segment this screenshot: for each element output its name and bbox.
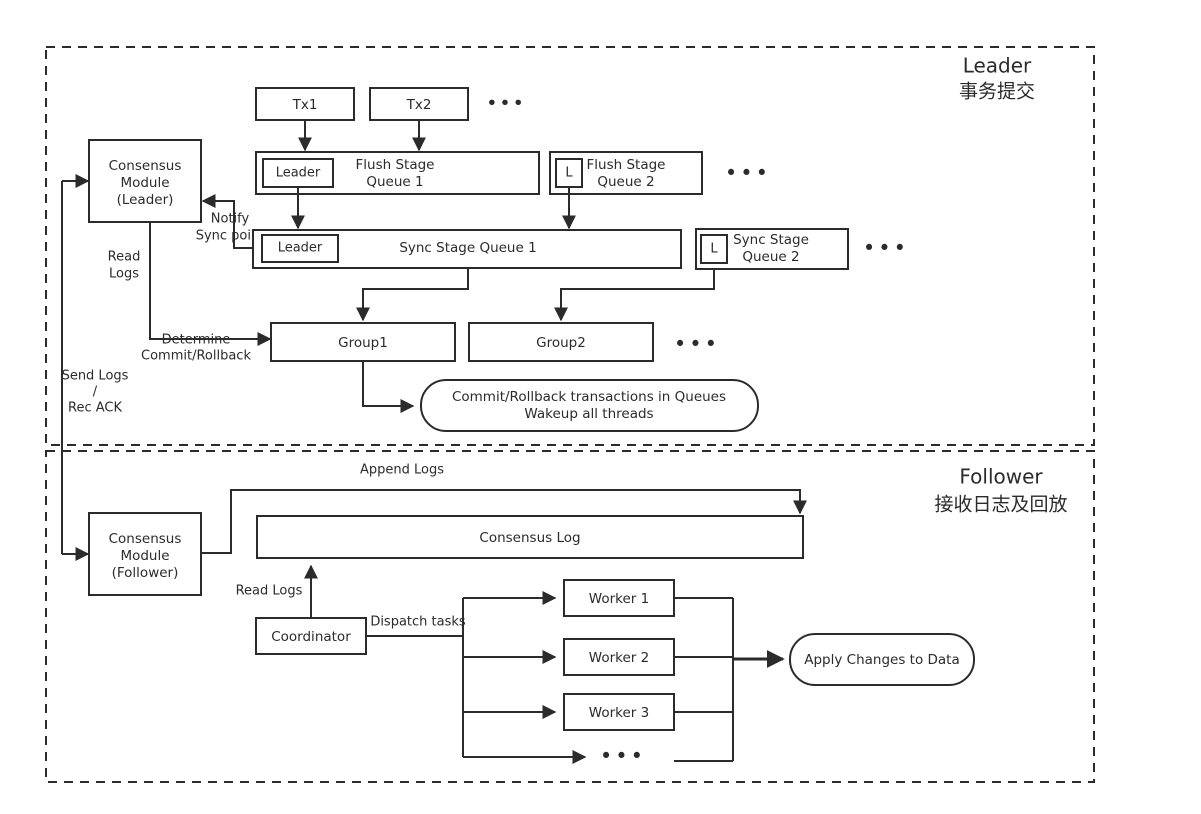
diagram-canvas: Leader 事务提交 Follower 接收日志及回放 Send Logs /… (45, 46, 1095, 783)
flush-queue-ellipsis: ••• (725, 161, 771, 185)
worker-2-label: Worker 2 (589, 650, 649, 666)
architecture-diagram: Leader 事务提交 Follower 接收日志及回放 Send Logs /… (0, 0, 1201, 814)
flush-queue-1-line1: Flush Stage (356, 157, 435, 173)
read-logs-label-follower: Read Logs (236, 584, 303, 599)
consensus-module-follower-line2: Module (120, 548, 169, 564)
consensus-module-follower-line3: (Follower) (112, 565, 179, 581)
send-logs-label-line3: Rec ACK (68, 401, 122, 416)
flush-queue-2-badge-label: L (565, 166, 573, 181)
group2-label: Group2 (536, 335, 586, 351)
worker-ellipsis: ••• (600, 744, 646, 768)
follower-section-title: Follower (959, 465, 1043, 489)
sync-queue-ellipsis: ••• (863, 236, 909, 260)
leader-section-title: Leader (963, 54, 1032, 78)
commit-rollback-line1: Commit/Rollback transactions in Queues (452, 389, 726, 405)
worker-1-label: Worker 1 (589, 591, 649, 607)
read-logs-label-leader-line1: Read (108, 250, 141, 265)
sync-queue-1-badge-label: Leader (278, 241, 323, 256)
group-ellipsis: ••• (674, 332, 720, 356)
sync-queue-2-line1: Sync Stage (733, 232, 809, 248)
send-logs-label-line1: Send Logs (62, 369, 129, 384)
append-logs-label: Append Logs (360, 463, 444, 478)
notify-sync-label-line1: Notify (211, 212, 250, 227)
flush-queue-1-badge-label: Leader (276, 166, 321, 181)
sync1-to-group1-arrow (356, 268, 469, 322)
consensus-module-leader-line1: Consensus (109, 158, 182, 174)
determine-label-line1: Determine (162, 333, 231, 348)
consensus-module-follower-line1: Consensus (109, 531, 182, 547)
apply-changes-label: Apply Changes to Data (804, 652, 960, 668)
dispatch-tasks-label: Dispatch tasks (370, 615, 466, 630)
coordinator-label: Coordinator (271, 629, 351, 645)
flush-queue-2-line1: Flush Stage (587, 157, 666, 173)
sync-queue-1-label: Sync Stage Queue 1 (399, 240, 536, 256)
determine-label-line2: Commit/Rollback (141, 349, 251, 364)
consensus-module-leader-line2: Module (120, 175, 169, 191)
follower-section-subtitle: 接收日志及回放 (934, 494, 1067, 516)
send-logs-label-line2: / (93, 385, 98, 400)
sync-queue-2-line2: Queue 2 (742, 249, 799, 265)
consensus-module-leader-line3: (Leader) (117, 192, 174, 208)
tx-ellipsis: ••• (486, 93, 526, 115)
group1-label: Group1 (338, 335, 388, 351)
flush-queue-2-line2: Queue 2 (597, 174, 654, 190)
commit-rollback-line2: Wakeup all threads (524, 406, 653, 422)
tx2-label: Tx2 (406, 97, 432, 113)
leader-section-subtitle: 事务提交 (959, 81, 1035, 103)
tx1-label: Tx1 (292, 97, 318, 113)
sync-queue-2-badge-label: L (710, 242, 718, 257)
worker-3-label: Worker 3 (589, 705, 649, 721)
sync2-to-group2-arrow (554, 269, 715, 322)
read-logs-label-leader-line2: Logs (109, 267, 139, 282)
group1-to-commit-arrow (362, 361, 415, 413)
consensus-log-label: Consensus Log (479, 530, 580, 546)
flush-queue-1-line2: Queue 1 (366, 174, 423, 190)
